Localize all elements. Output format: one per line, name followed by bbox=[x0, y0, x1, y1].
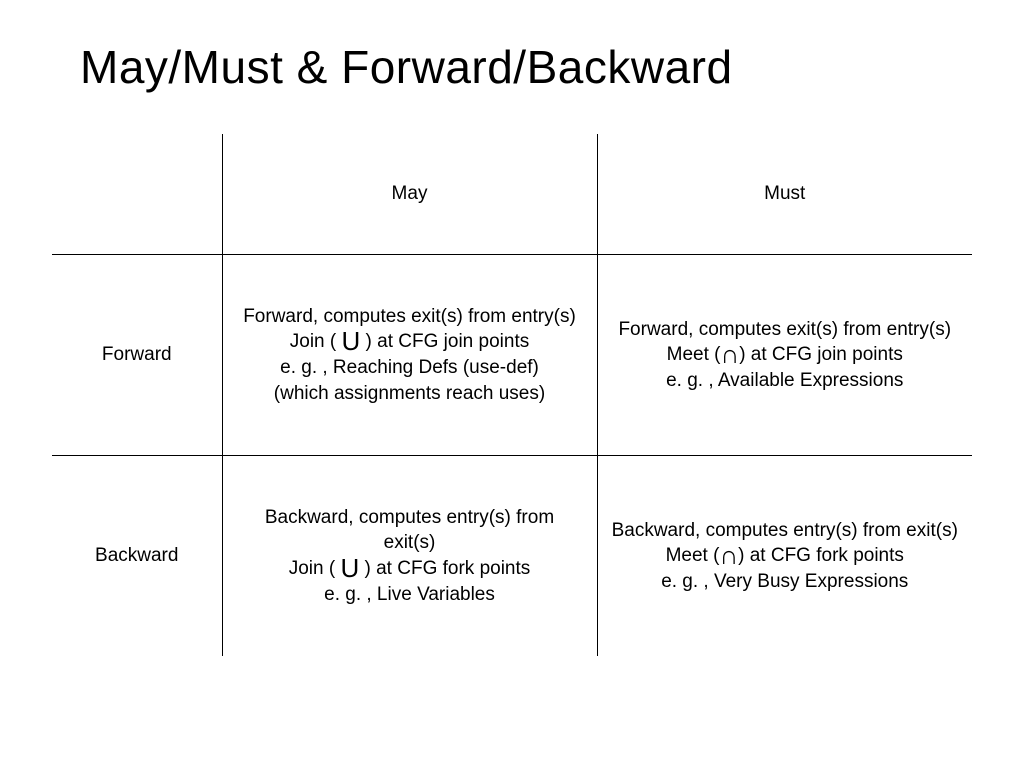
text-fragment: ) at CFG fork points bbox=[359, 558, 530, 579]
cell-line: (which assignments reach uses) bbox=[237, 381, 583, 407]
row-label: Backward bbox=[95, 545, 178, 566]
text-fragment: Meet ( bbox=[666, 545, 720, 566]
text-fragment: ) at CFG join points bbox=[360, 331, 529, 352]
forward-row: Forward Forward, computes exit(s) from e… bbox=[52, 255, 972, 456]
corner-cell bbox=[52, 134, 222, 255]
text-fragment: ) at CFG fork points bbox=[738, 545, 904, 566]
row-header-backward: Backward bbox=[52, 456, 222, 657]
row-label: Forward bbox=[102, 344, 172, 365]
cell-line: Join ( U ) at CFG join points bbox=[237, 329, 583, 355]
cell-content: Forward, computes exit(s) from entry(s) … bbox=[598, 307, 973, 404]
cell-backward-may: Backward, computes entry(s) from exit(s)… bbox=[222, 456, 597, 657]
cell-line: e. g. , Reaching Defs (use-def) bbox=[237, 355, 583, 381]
slide-title: May/Must & Forward/Backward bbox=[80, 40, 984, 94]
col-label: May bbox=[392, 183, 428, 204]
cell-line: Forward, computes exit(s) from entry(s) bbox=[612, 317, 959, 343]
text-fragment: Meet ( bbox=[667, 344, 721, 365]
cell-line: Backward, computes entry(s) from exit(s) bbox=[237, 505, 583, 556]
cell-line: Meet (∩) at CFG join points bbox=[612, 342, 959, 368]
cell-backward-must: Backward, computes entry(s) from exit(s)… bbox=[597, 456, 972, 657]
cell-forward-may: Forward, computes exit(s) from entry(s) … bbox=[222, 255, 597, 456]
analysis-table: May Must Forward Forward, computes exit(… bbox=[52, 134, 972, 656]
backward-row: Backward Backward, computes entry(s) fro… bbox=[52, 456, 972, 657]
text-fragment: ) at CFG join points bbox=[739, 344, 903, 365]
col-label: Must bbox=[764, 183, 805, 204]
col-header-may: May bbox=[222, 134, 597, 255]
cell-content: Forward, computes exit(s) from entry(s) … bbox=[223, 294, 597, 417]
cell-content: Backward, computes entry(s) from exit(s)… bbox=[598, 508, 973, 605]
text-fragment: Join ( bbox=[289, 558, 341, 579]
header-row: May Must bbox=[52, 134, 972, 255]
cell-line: Meet (∩) at CFG fork points bbox=[612, 543, 959, 569]
col-header-must: Must bbox=[597, 134, 972, 255]
cell-line: e. g. , Available Expressions bbox=[612, 368, 959, 394]
row-header-forward: Forward bbox=[52, 255, 222, 456]
cell-line: e. g. , Very Busy Expressions bbox=[612, 569, 959, 595]
cell-line: e. g. , Live Variables bbox=[237, 582, 583, 608]
slide: May/Must & Forward/Backward May Must For… bbox=[0, 0, 1024, 768]
text-fragment: Join ( bbox=[290, 331, 342, 352]
cell-content: Backward, computes entry(s) from exit(s)… bbox=[223, 495, 597, 618]
cell-forward-must: Forward, computes exit(s) from entry(s) … bbox=[597, 255, 972, 456]
cell-line: Forward, computes exit(s) from entry(s) bbox=[237, 304, 583, 330]
cell-line: Backward, computes entry(s) from exit(s) bbox=[612, 518, 959, 544]
cell-line: Join ( U ) at CFG fork points bbox=[237, 556, 583, 582]
